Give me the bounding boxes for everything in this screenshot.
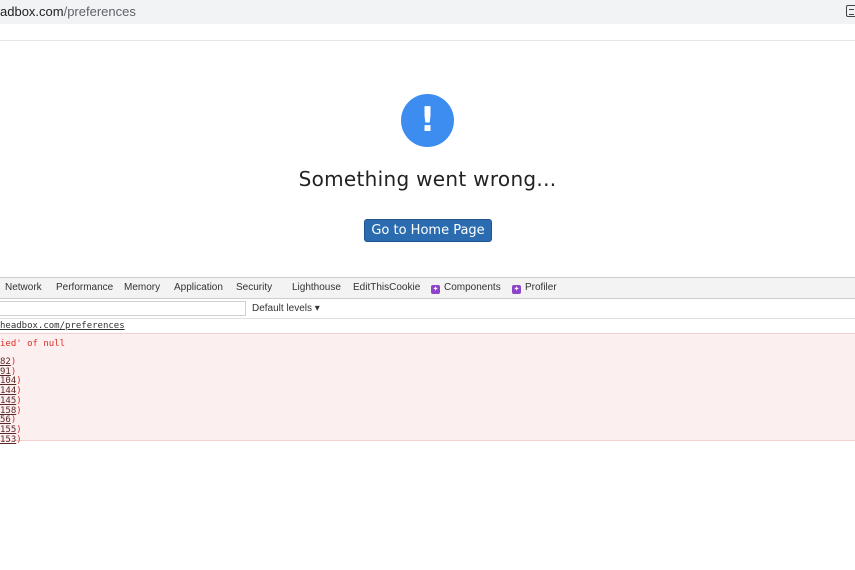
devtools-panel: Network Performance Memory Application S… (0, 277, 855, 570)
stack-frame-link[interactable]: 145 (0, 396, 16, 406)
stack-trace: 82) 91) 104) 144) 145) 158) 56) 155) 153… (0, 357, 22, 445)
tab-profiler[interactable]: ✦ Profiler (512, 282, 557, 294)
go-to-home-page-button[interactable]: Go to Home Page (364, 219, 492, 242)
bookmarks-bar (0, 24, 855, 41)
devtools-tab-bar: Network Performance Memory Application S… (0, 278, 855, 299)
console-navigation-message[interactable]: headbox.com/preferences (0, 321, 125, 331)
tab-security[interactable]: Security (236, 282, 272, 293)
console-toolbar: Default levels ▾ (0, 299, 855, 319)
exclamation-icon: ! (401, 94, 454, 147)
console-filter-input[interactable] (0, 301, 246, 316)
url-text[interactable]: adbox.com/preferences (0, 4, 136, 19)
console-error-message: ied' of null (0, 339, 66, 349)
console-error-entry: ied' of null 82) 91) 104) 144) 145) 158)… (0, 333, 855, 444)
error-page: ! Something went wrong... Go to Home Pag… (0, 41, 855, 277)
tab-memory[interactable]: Memory (124, 282, 160, 293)
react-icon: ✦ (512, 285, 521, 294)
tab-components-label: Components (444, 282, 501, 293)
stack-frame-link[interactable]: 56 (0, 415, 11, 425)
reader-mode-icon[interactable] (846, 5, 855, 17)
error-title: Something went wrong... (298, 167, 557, 191)
tab-profiler-label: Profiler (525, 282, 557, 293)
tab-application[interactable]: Application (174, 282, 223, 293)
stack-frame-link[interactable]: 144 (0, 386, 16, 396)
tab-lighthouse[interactable]: Lighthouse (292, 282, 341, 293)
tab-performance[interactable]: Performance (56, 282, 113, 293)
browser-address-bar[interactable]: adbox.com/preferences (0, 0, 855, 25)
react-icon: ✦ (431, 285, 440, 294)
url-domain: adbox.com (0, 4, 64, 19)
stack-frame-link[interactable]: 158 (0, 406, 16, 416)
screen: adbox.com/preferences ! Something went w… (0, 0, 855, 570)
stack-frame-link[interactable]: 82 (0, 357, 11, 367)
tab-network[interactable]: Network (5, 282, 42, 293)
tab-editthiscookie[interactable]: EditThisCookie (353, 282, 420, 293)
url-path: /preferences (63, 4, 136, 19)
stack-frame: 153) (0, 434, 22, 445)
stack-frame-link[interactable]: 153 (0, 435, 16, 445)
default-levels-dropdown[interactable]: Default levels ▾ (252, 303, 320, 314)
tab-components[interactable]: ✦ Components (431, 282, 501, 294)
stack-frame-link[interactable]: 155 (0, 425, 16, 435)
stack-frame-link[interactable]: 91 (0, 367, 11, 377)
stack-frame-link[interactable]: 104 (0, 376, 16, 387)
